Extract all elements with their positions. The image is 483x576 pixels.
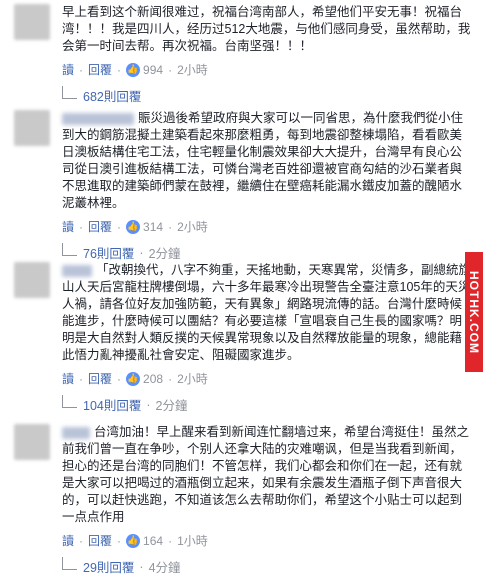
thumbs-up-icon[interactable]: 👍 bbox=[126, 533, 141, 548]
like-count: 314 bbox=[143, 219, 164, 234]
thumbs-up-icon[interactable]: 👍 bbox=[126, 371, 141, 386]
separator-dot: · bbox=[117, 62, 122, 77]
separator-dot: · bbox=[168, 219, 173, 234]
separator-dot: · bbox=[168, 371, 173, 386]
avatar[interactable] bbox=[14, 110, 50, 146]
reply-time: 4分鐘 bbox=[148, 561, 181, 575]
separator-dot: · bbox=[117, 371, 122, 386]
separator-dot: · bbox=[139, 245, 144, 260]
comment-text: 台湾加油！早上醒来看到新闻连忙翻墙过来，希望台湾挺住！虽然之前我们曾一直在争吵，… bbox=[62, 424, 471, 526]
avatar[interactable] bbox=[14, 4, 50, 40]
commenter-name[interactable] bbox=[62, 426, 90, 439]
read-link[interactable]: 讀 bbox=[62, 532, 74, 549]
separator-dot: · bbox=[117, 219, 122, 234]
like-count: 208 bbox=[143, 371, 164, 386]
comment-time: 2小時 bbox=[177, 372, 208, 386]
separator-dot: · bbox=[168, 533, 173, 548]
reply-time: 2分鐘 bbox=[148, 247, 181, 261]
view-replies[interactable]: 29則回覆 · 4分鐘 bbox=[62, 557, 471, 576]
avatar[interactable] bbox=[14, 424, 50, 460]
comment-actions: 讀 · 回覆 · 👍 994 · 2小時 bbox=[62, 61, 471, 78]
reply-link[interactable]: 回覆 bbox=[88, 61, 112, 78]
separator-dot: · bbox=[146, 397, 151, 412]
commenter-name[interactable] bbox=[62, 112, 134, 125]
reply-arrow-icon bbox=[62, 86, 77, 99]
comment-text-content: 「改朝換代，八字不夠重，天搖地動，天寒異常，災情多，副總統旗山人天后宮龍柱牌樓倒… bbox=[62, 263, 472, 362]
comment-actions: 讀 · 回覆 · 👍 208 · 2小時 bbox=[62, 370, 471, 387]
comment-text-content: 賑災過後希望政府與大家可以一同省思，為什麼我們從小住到大的鋼筋混擬土建築看起來那… bbox=[62, 111, 464, 210]
comment: 賑災過後希望政府與大家可以一同省思，為什麼我們從小住到大的鋼筋混擬土建築看起來那… bbox=[62, 110, 471, 262]
separator-dot: · bbox=[139, 559, 144, 574]
avatar[interactable] bbox=[14, 262, 50, 298]
view-replies[interactable]: 76則回覆 · 2分鐘 bbox=[62, 243, 471, 262]
like-count: 994 bbox=[143, 62, 164, 77]
reply-link[interactable]: 回覆 bbox=[88, 218, 112, 235]
watermark: HOTHK.COM bbox=[465, 252, 483, 372]
separator-dot: · bbox=[79, 533, 84, 548]
reply-link[interactable]: 回覆 bbox=[88, 532, 112, 549]
separator-dot: · bbox=[79, 371, 84, 386]
read-link[interactable]: 讀 bbox=[62, 218, 74, 235]
comment: 台湾加油！早上醒来看到新闻连忙翻墙过来，希望台湾挺住！虽然之前我们曾一直在争吵，… bbox=[62, 424, 471, 576]
comment-text-content: 台湾加油！早上醒来看到新闻连忙翻墙过来，希望台湾挺住！虽然之前我们曾一直在争吵，… bbox=[62, 425, 470, 524]
view-replies[interactable]: 104則回覆 · 2分鐘 bbox=[62, 395, 471, 414]
reply-arrow-icon bbox=[62, 557, 77, 570]
like-count: 164 bbox=[143, 533, 164, 548]
reply-count[interactable]: 682則回覆 bbox=[83, 86, 141, 105]
comment-actions: 讀 · 回覆 · 👍 164 · 1小時 bbox=[62, 532, 471, 549]
separator-dot: · bbox=[79, 219, 84, 234]
comment-time: 1小時 bbox=[177, 534, 208, 548]
reply-arrow-icon bbox=[62, 395, 77, 408]
separator-dot: · bbox=[117, 533, 122, 548]
read-link[interactable]: 讀 bbox=[62, 370, 74, 387]
comment: 「改朝換代，八字不夠重，天搖地動，天寒異常，災情多，副總統旗山人天后宮龍柱牌樓倒… bbox=[62, 262, 471, 414]
thumbs-up-icon[interactable]: 👍 bbox=[126, 219, 141, 234]
comment: 早上看到这个新闻很难过，祝福台湾南部人，希望他们平安无事！祝福台湾！！！我是四川… bbox=[62, 4, 471, 105]
thumbs-up-icon[interactable]: 👍 bbox=[126, 62, 141, 77]
view-replies[interactable]: 682則回覆 bbox=[62, 86, 471, 105]
reply-count[interactable]: 76則回覆 bbox=[83, 243, 134, 262]
comment-text: 「改朝換代，八字不夠重，天搖地動，天寒異常，災情多，副總統旗山人天后宮龍柱牌樓倒… bbox=[62, 262, 471, 364]
comment-text: 賑災過後希望政府與大家可以一同省思，為什麼我們從小住到大的鋼筋混擬土建築看起來那… bbox=[62, 110, 471, 212]
comment-text: 早上看到这个新闻很难过，祝福台湾南部人，希望他们平安无事！祝福台湾！！！我是四川… bbox=[62, 5, 471, 53]
reply-count[interactable]: 29則回覆 bbox=[83, 557, 134, 576]
comment-time: 2小時 bbox=[177, 63, 208, 77]
reply-time: 2分鐘 bbox=[155, 399, 188, 413]
separator-dot: · bbox=[168, 62, 173, 77]
comment-time: 2小時 bbox=[177, 220, 208, 234]
reply-count[interactable]: 104則回覆 bbox=[83, 395, 141, 414]
read-link[interactable]: 讀 bbox=[62, 61, 74, 78]
comment-actions: 讀 · 回覆 · 👍 314 · 2小時 bbox=[62, 218, 471, 235]
reply-link[interactable]: 回覆 bbox=[88, 370, 112, 387]
commenter-name[interactable] bbox=[62, 264, 92, 277]
reply-arrow-icon bbox=[62, 243, 77, 256]
separator-dot: · bbox=[79, 62, 84, 77]
